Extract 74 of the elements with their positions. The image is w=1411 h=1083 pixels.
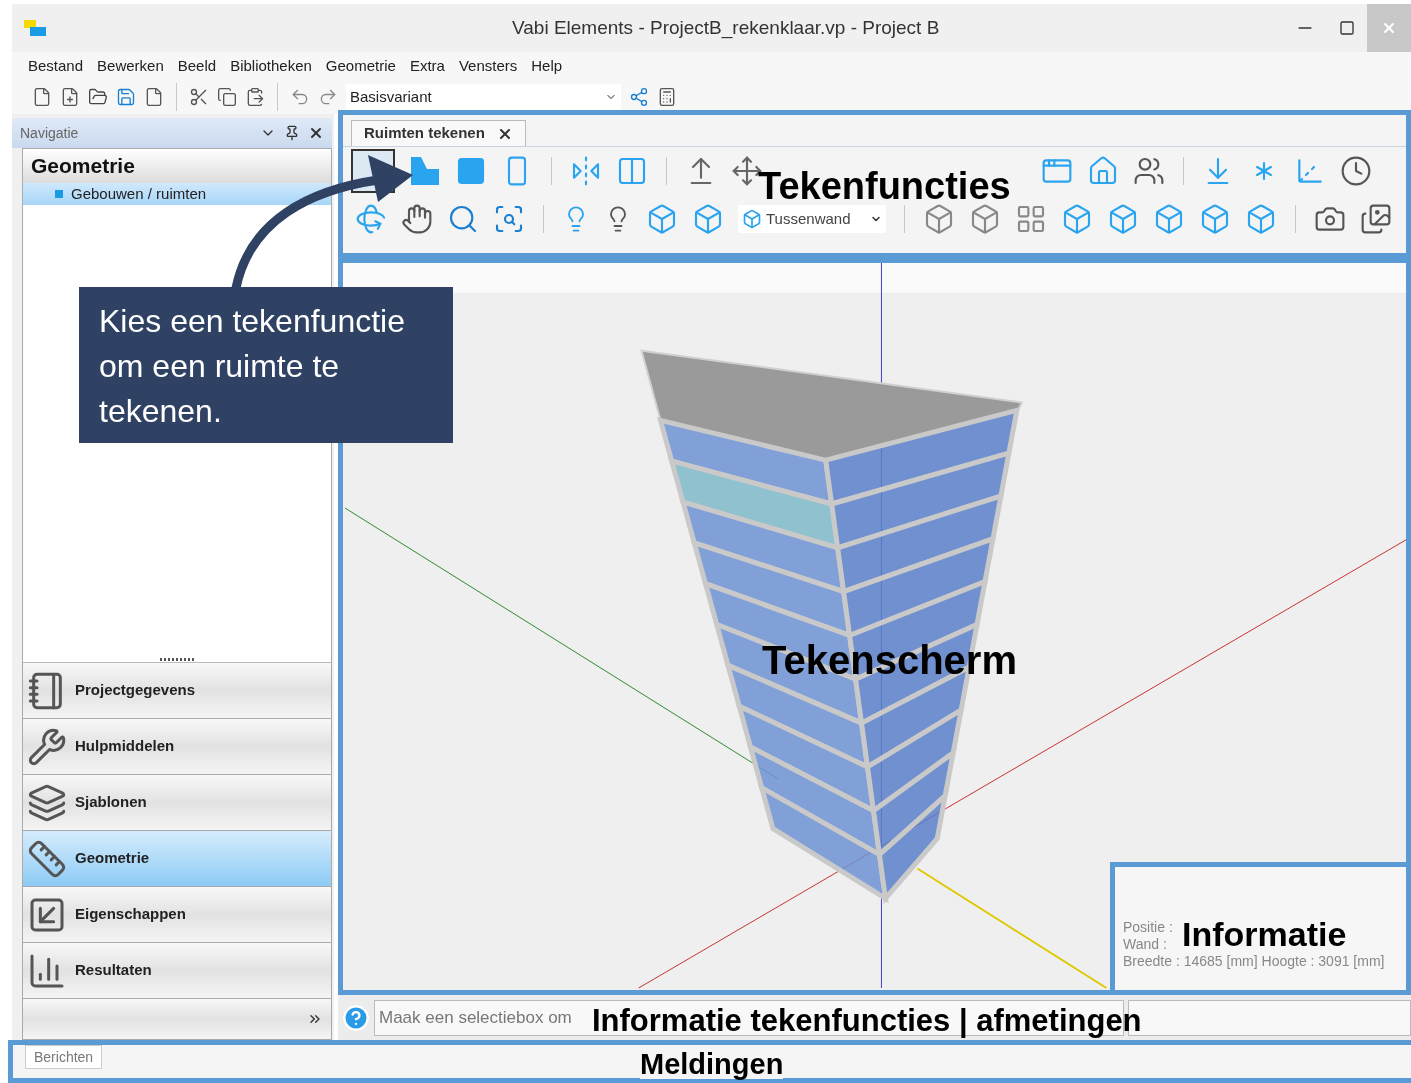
annotation-label: Informatie tekenfuncties | afmetingen — [592, 1005, 1142, 1036]
copy-icon[interactable] — [217, 87, 237, 107]
layers-icon — [27, 782, 67, 823]
search-icon[interactable] — [447, 203, 479, 235]
cube-icon[interactable] — [646, 203, 678, 235]
menu-item[interactable]: Bewerken — [97, 54, 164, 78]
box-view-icon[interactable] — [1199, 203, 1231, 235]
menu-item[interactable]: Extra — [409, 54, 445, 78]
close-icon[interactable] — [308, 125, 324, 141]
flip-icon[interactable] — [570, 155, 602, 187]
box-view-icon[interactable] — [1061, 203, 1093, 235]
module-button[interactable]: Resultaten — [23, 943, 331, 999]
module-button[interactable]: Hulpmiddelen — [23, 719, 331, 775]
box-view-icon[interactable] — [969, 203, 1001, 235]
pin-icon[interactable] — [284, 125, 300, 141]
help-icon[interactable] — [342, 1003, 370, 1032]
folder-icon[interactable] — [88, 87, 108, 107]
close-icon — [1381, 20, 1397, 36]
menu-item[interactable]: Help — [531, 54, 563, 78]
annotation-label: Meldingen — [640, 1050, 784, 1079]
wall-type-dropdown[interactable]: Tussenwand — [738, 205, 886, 233]
box-view-icon[interactable] — [1245, 203, 1277, 235]
rectangle-icon[interactable] — [455, 155, 487, 187]
callout-box: Kies een tekenfunctie om een ruimte te tekenen. — [79, 287, 453, 443]
tree-item[interactable]: Gebouwen / ruimten — [23, 183, 331, 205]
ruler-icon — [27, 838, 67, 879]
module-button[interactable]: Eigenschappen — [23, 887, 331, 943]
file-icon[interactable] — [144, 87, 164, 107]
app-logo-icon — [24, 20, 46, 36]
file-plus-icon[interactable] — [60, 87, 80, 107]
floor-plan-icon[interactable] — [1015, 203, 1047, 235]
module-button[interactable]: Geometrie — [23, 831, 331, 887]
menu-item[interactable]: Bestand — [28, 54, 84, 78]
l-shape-icon[interactable] — [409, 155, 441, 187]
new-file-icon[interactable] — [32, 87, 52, 107]
annotation-label: Tekenscherm — [762, 640, 1017, 680]
paste-icon[interactable] — [245, 87, 265, 107]
maximize-icon[interactable] — [1339, 20, 1355, 36]
annotation-label: Tekenfuncties — [758, 167, 1011, 205]
module-button[interactable]: Sjablonen — [23, 775, 331, 831]
panel-heading: Geometrie — [23, 149, 331, 183]
document-tab[interactable]: Ruimten tekenen — [351, 120, 526, 146]
share-icon[interactable] — [629, 87, 649, 107]
undo-icon[interactable] — [290, 87, 310, 107]
clock-icon[interactable] — [1340, 155, 1372, 187]
zoom-fit-icon[interactable] — [493, 203, 525, 235]
save-icon[interactable] — [116, 87, 136, 107]
split-icon[interactable] — [616, 155, 648, 187]
orbit-icon[interactable] — [355, 203, 387, 235]
box-view-icon[interactable] — [1153, 203, 1185, 235]
menu-item[interactable]: Geometrie — [325, 54, 396, 78]
screenshot-icon[interactable] — [1360, 203, 1392, 235]
annotation-label: Informatie — [1182, 917, 1347, 951]
menu-item[interactable]: Vensters — [458, 54, 518, 78]
cube-icon[interactable] — [692, 203, 724, 235]
navigation-title: Navigatie — [20, 123, 80, 143]
calculator-icon[interactable] — [657, 87, 677, 107]
redo-icon[interactable] — [318, 87, 338, 107]
box-view-icon[interactable] — [923, 203, 955, 235]
hand-icon[interactable] — [401, 203, 433, 235]
module-button[interactable]: Projectgegevens — [23, 663, 331, 719]
info-line: Breedte : 14685 [mm] Hoogte : 3091 [mm] — [1123, 953, 1385, 970]
wall-icon — [742, 209, 762, 229]
wrench-icon — [27, 726, 67, 767]
info-line: Wand : — [1123, 936, 1167, 953]
menu-item[interactable]: Bibliotheken — [230, 54, 312, 78]
box-view-icon[interactable] — [1107, 203, 1139, 235]
scissors-icon[interactable] — [189, 87, 209, 107]
people-icon[interactable] — [1133, 155, 1165, 187]
variant-dropdown[interactable]: Basisvariant — [346, 84, 621, 110]
window-title: Vabi Elements - ProjectB_rekenklaar.vp - Project B — [512, 15, 940, 41]
menu-item[interactable]: Beeld — [177, 54, 217, 78]
messages-tab[interactable]: Berichten — [25, 1045, 103, 1069]
info-line: Positie : — [1123, 919, 1173, 936]
